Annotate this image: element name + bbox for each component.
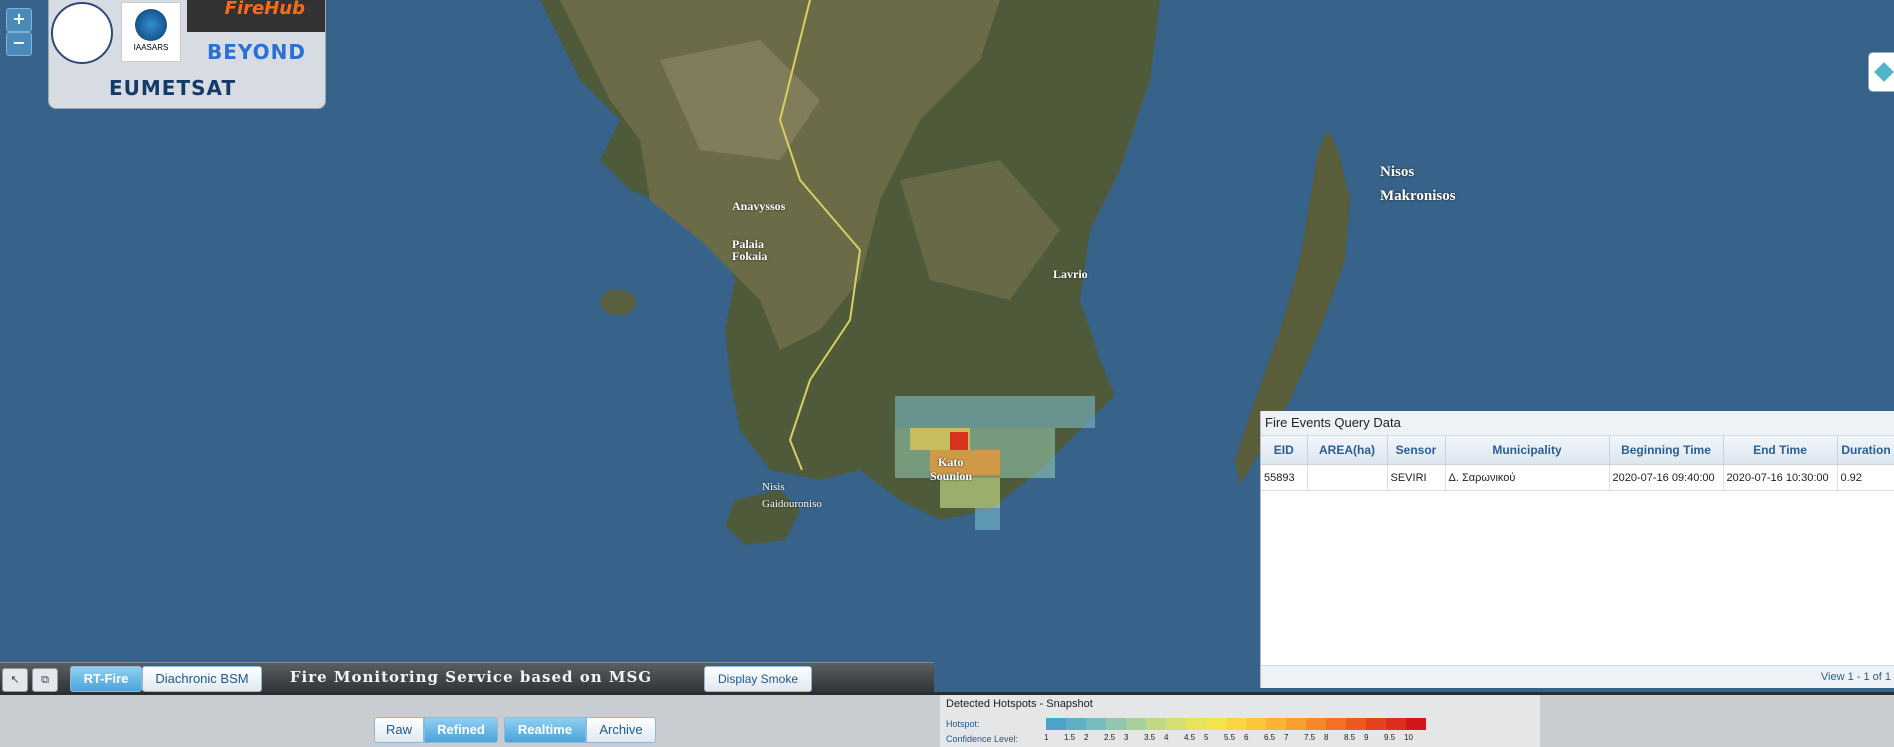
layer-switcher-button[interactable] [1868, 52, 1894, 92]
legend-swatch [1326, 718, 1346, 730]
legend-swatch [1086, 718, 1106, 730]
legend-color-bar [1046, 718, 1426, 730]
zoom-out-button[interactable]: − [6, 32, 32, 56]
cell-area [1307, 464, 1388, 491]
iaasars-text: IAASARS [133, 43, 169, 52]
layers-icon [1874, 62, 1894, 82]
cell-beginning-time: 2020-07-16 09:40:00 [1609, 464, 1724, 491]
legend-tick: 4.5 [1184, 733, 1196, 742]
legend-tick: 2.5 [1104, 733, 1116, 742]
firehub-logo: FireHub [187, 0, 325, 32]
bottom-toolbar: ↖ ⧉ RT-Fire Diachronic BSM Fire Monitori… [0, 662, 934, 714]
cell-municipality: Δ. Σαρωνικού [1445, 464, 1610, 491]
cursor-icon[interactable]: ↖ [2, 668, 28, 692]
column-header-eid[interactable]: EID [1261, 436, 1308, 465]
legend-swatch [1306, 718, 1326, 730]
legend-swatch [1266, 718, 1286, 730]
legend-tick: 9 [1364, 733, 1369, 742]
beyond-logo: BEYOND [207, 40, 307, 64]
column-header-duration[interactable]: Duration [1837, 436, 1894, 465]
table-row[interactable]: 55893 SEVIRI Δ. Σαρωνικού 2020-07-16 09:… [1261, 464, 1894, 491]
pagination-info: View 1 - 1 of 1 [1261, 665, 1894, 688]
map-label-nisis: Nisis [762, 481, 785, 493]
legend-swatch [1066, 718, 1086, 730]
legend-tick: 1 [1044, 733, 1049, 742]
legend-tick: 6 [1244, 733, 1249, 742]
legend-tick: 2 [1084, 733, 1089, 742]
map-label-sounion: Sounion [930, 469, 973, 483]
fire-events-table: EID AREA(ha) Sensor Municipality Beginni… [1261, 436, 1894, 491]
column-header-sensor[interactable]: Sensor [1387, 436, 1446, 465]
legend-swatch [1146, 718, 1166, 730]
table-header-row: EID AREA(ha) Sensor Municipality Beginni… [1261, 436, 1894, 465]
window-icon[interactable]: ⧉ [32, 668, 58, 692]
realtime-button[interactable]: Realtime [504, 717, 586, 743]
legend-swatch [1186, 718, 1206, 730]
map-label-lavrio: Lavrio [1053, 267, 1088, 281]
legend-swatch [1246, 718, 1266, 730]
legend-tick: 6.5 [1264, 733, 1276, 742]
bottom-controls: Raw Refined Realtime Archive Detected Ho… [0, 692, 1894, 747]
cell-eid: 55893 [1261, 464, 1308, 491]
tab-rt-fire[interactable]: RT-Fire [70, 666, 142, 692]
legend-swatch [1286, 718, 1306, 730]
legend-tick: 7.5 [1304, 733, 1316, 742]
cell-sensor: SEVIRI [1387, 464, 1446, 491]
legend-tick: 1.5 [1064, 733, 1076, 742]
legend-tick: 5.5 [1224, 733, 1236, 742]
map-label-anavyssos: Anavyssos [732, 199, 786, 213]
hotspot-legend: Detected Hotspots - Snapshot Hotspot: Co… [940, 695, 1540, 747]
legend-tick: 8.5 [1344, 733, 1356, 742]
map-label-fokaia: Fokaia [732, 249, 768, 263]
legend-swatch [1166, 718, 1186, 730]
legend-tick: 8 [1324, 733, 1329, 742]
legend-swatch [1106, 718, 1126, 730]
legend-tick: 4 [1164, 733, 1169, 742]
display-smoke-button[interactable]: Display Smoke [704, 666, 812, 692]
legend-swatch [1346, 718, 1366, 730]
legend-confidence-label: Confidence Level: [946, 734, 1019, 744]
cell-end-time: 2020-07-16 10:30:00 [1723, 464, 1838, 491]
legend-swatch [1046, 718, 1066, 730]
map-label-nisos: Nisos [1380, 164, 1415, 180]
column-header-area[interactable]: AREA(ha) [1307, 436, 1388, 465]
legend-swatch [1366, 718, 1386, 730]
service-title: Fire Monitoring Service based on MSG SEV… [289, 668, 653, 714]
raw-button[interactable]: Raw [374, 717, 424, 743]
archive-button[interactable]: Archive [586, 717, 656, 743]
legend-swatch [1226, 718, 1246, 730]
column-header-beginning-time[interactable]: Beginning Time [1609, 436, 1724, 465]
legend-tick: 5 [1204, 733, 1209, 742]
legend-tick: 10 [1404, 733, 1413, 742]
tab-diachronic-bsm[interactable]: Diachronic BSM [142, 666, 262, 692]
legend-tick: 3 [1124, 733, 1129, 742]
legend-title: Detected Hotspots - Snapshot [946, 698, 1093, 710]
zoom-in-button[interactable]: + [6, 8, 32, 32]
university-seal-logo [51, 2, 113, 64]
legend-hotspot-label: Hotspot: [946, 719, 980, 729]
legend-swatch [1386, 718, 1406, 730]
column-header-end-time[interactable]: End Time [1723, 436, 1838, 465]
legend-swatch [1126, 718, 1146, 730]
legend-swatch [1206, 718, 1226, 730]
panel-title: Fire Events Query Data [1261, 411, 1894, 436]
iaasars-logo: IAASARS [121, 2, 181, 62]
iaasars-orb-icon [135, 9, 167, 41]
eumetsat-logo: EUMETSAT [109, 76, 237, 100]
legend-tick: 3.5 [1144, 733, 1156, 742]
refined-button[interactable]: Refined [424, 717, 498, 743]
legend-tick: 9.5 [1384, 733, 1396, 742]
fire-events-panel: Fire Events Query Data EID AREA(ha) Sens… [1260, 411, 1894, 688]
legend-swatch [1406, 718, 1426, 730]
legend-ticks: 1 1.5 2 2.5 3 3.5 4 4.5 5 5.5 6 6.5 7 7.5 8 8.5 9 9.5 10 [1044, 733, 1424, 742]
partner-logos: IAASARS FireHub BEYOND EUMETSAT [48, 0, 326, 109]
map-label-makronisos: Makronisos [1380, 188, 1456, 204]
column-header-municipality[interactable]: Municipality [1445, 436, 1610, 465]
cell-duration: 0.92 [1837, 464, 1894, 491]
pagination-text: View 1 - 1 of 1 [1820, 671, 1891, 683]
legend-tick: 7 [1284, 733, 1289, 742]
map-label-gaidouroniso: Gaidouroniso [762, 498, 822, 510]
